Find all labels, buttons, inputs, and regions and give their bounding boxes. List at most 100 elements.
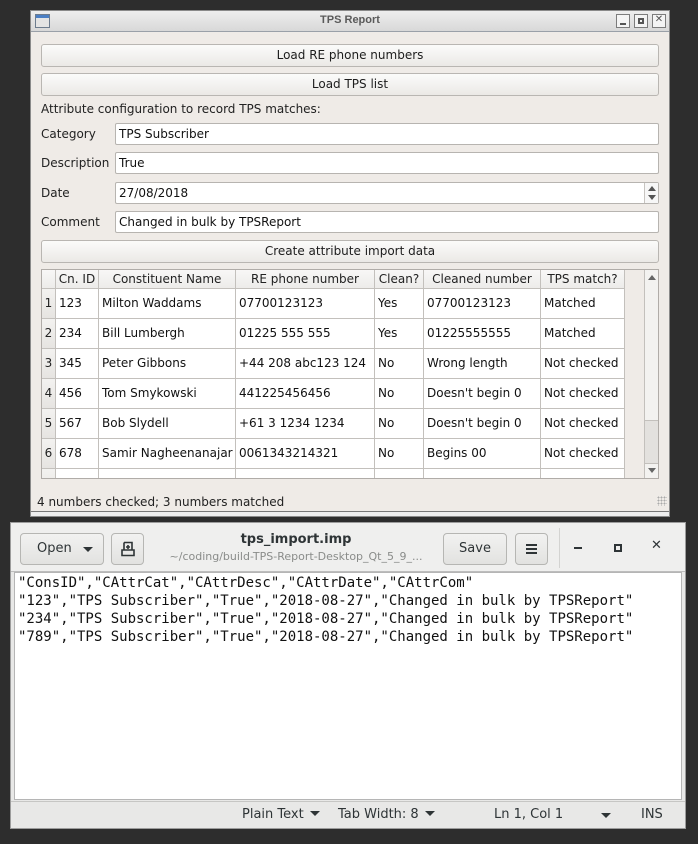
create-attribute-import-button[interactable]: Create attribute import data [41, 240, 659, 263]
comment-input[interactable]: Changed in bulk by TPSReport [115, 211, 659, 233]
chevron-down-icon [424, 811, 435, 816]
table-cell[interactable]: No [375, 439, 424, 469]
load-tps-list-button[interactable]: Load TPS list [41, 73, 659, 96]
table-cell[interactable]: Not checked [541, 349, 625, 379]
table-cell[interactable]: Bob Slydell [99, 409, 236, 439]
table-row[interactable]: 6 678 Samir Nagheenanajar 0061343214321 No Be… [42, 439, 625, 469]
table-cell[interactable]: No [375, 379, 424, 409]
chevron-down-icon[interactable] [601, 813, 611, 818]
table-cell[interactable]: 123 [56, 289, 99, 319]
save-button[interactable]: Save [443, 533, 507, 565]
table-cell[interactable] [56, 469, 99, 478]
column-header[interactable]: Cn. ID [56, 270, 99, 289]
table-cell[interactable] [541, 469, 625, 478]
row-header[interactable]: 6 [42, 439, 56, 469]
table-row[interactable]: 4 456 Tom Smykowski 441225456456 No Doesn't b… [42, 379, 625, 409]
table-row[interactable]: 1 123 Milton Waddams 07700123123 Yes 07700123… [42, 289, 625, 319]
table-row[interactable]: 5 567 Bob Slydell +61 3 1234 1234 No Doesn't … [42, 409, 625, 439]
table-cell[interactable]: Samir Nagheenanajar [99, 439, 236, 469]
table-cell[interactable]: No [375, 349, 424, 379]
table-cell[interactable]: 01225 555 555 [236, 319, 375, 349]
date-spinner[interactable] [644, 183, 658, 203]
row-header[interactable]: 5 [42, 409, 56, 439]
maximize-icon[interactable] [614, 544, 622, 552]
column-header[interactable]: TPS match? [541, 270, 625, 289]
column-header[interactable]: Constituent Name [99, 270, 236, 289]
minimize-icon[interactable] [574, 547, 582, 549]
table-cell[interactable]: 234 [56, 319, 99, 349]
close-icon[interactable]: ✕ [651, 538, 662, 553]
table-row[interactable]: 3 345 Peter Gibbons +44 208 abc123 124 No Wro… [42, 349, 625, 379]
table-body: 1 123 Milton Waddams 07700123123 Yes 07700123… [42, 289, 625, 478]
minimize-button[interactable] [616, 14, 630, 28]
description-input[interactable]: True [115, 152, 659, 174]
table-cell[interactable]: 567 [56, 409, 99, 439]
table-cell[interactable]: 441225456456 [236, 379, 375, 409]
tab-width-selector[interactable]: Tab Width: 8 [338, 807, 435, 822]
table-cell[interactable]: Not checked [541, 439, 625, 469]
table-cell[interactable]: 456 [56, 379, 99, 409]
text-editor-area[interactable]: "ConsID","CAttrCat","CAttrDesc","CAttrDa… [14, 572, 682, 800]
size-grip[interactable] [657, 496, 667, 506]
new-document-button[interactable] [111, 533, 144, 565]
window-bottom-border [31, 511, 669, 516]
table-cell[interactable]: Doesn't begin 0 [424, 379, 541, 409]
cursor-position[interactable]: Ln 1, Col 1 [494, 807, 563, 822]
table-cell[interactable]: Tom Smykowski [99, 379, 236, 409]
table-row[interactable]: 2 234 Bill Lumbergh 01225 555 555 Yes 0122555… [42, 319, 625, 349]
row-header[interactable] [42, 469, 56, 478]
open-button[interactable]: Open [20, 533, 104, 565]
load-re-phone-numbers-button[interactable]: Load RE phone numbers [41, 44, 659, 67]
table-cell[interactable]: 345 [56, 349, 99, 379]
spin-up-icon[interactable] [648, 186, 656, 191]
table-cell[interactable]: Yes [375, 319, 424, 349]
table-cell[interactable]: Milton Waddams [99, 289, 236, 319]
table-cell[interactable]: Matched [541, 319, 625, 349]
column-header[interactable]: Clean? [375, 270, 424, 289]
table-cell[interactable]: +61 3 1234 1234 [236, 409, 375, 439]
scrollbar-thumb[interactable] [645, 420, 658, 464]
table-row-partial[interactable] [42, 469, 625, 478]
table-cell[interactable]: Wrong length [424, 349, 541, 379]
hamburger-menu-icon [526, 544, 537, 546]
table-cell[interactable]: 07700123123 [424, 289, 541, 319]
row-header[interactable]: 2 [42, 319, 56, 349]
table-cell[interactable]: Begins 00 [424, 439, 541, 469]
menu-button[interactable] [515, 533, 548, 565]
table-cell[interactable]: Bill Lumbergh [99, 319, 236, 349]
vertical-scrollbar[interactable] [644, 270, 658, 478]
editor-header-bar[interactable]: Open tps_import.imp ~/coding/build-TPS-R… [11, 523, 685, 572]
row-header[interactable]: 4 [42, 379, 56, 409]
table-cell[interactable]: Doesn't begin 0 [424, 409, 541, 439]
category-input[interactable]: TPS Subscriber [115, 123, 659, 145]
scroll-up-icon[interactable] [648, 275, 656, 280]
scroll-down-icon[interactable] [648, 468, 656, 473]
row-header[interactable]: 1 [42, 289, 56, 319]
table-cell[interactable]: 0061343214321 [236, 439, 375, 469]
spin-down-icon[interactable] [648, 195, 656, 200]
table-cell[interactable]: Peter Gibbons [99, 349, 236, 379]
table-cell[interactable]: 01225555555 [424, 319, 541, 349]
text-line: "234","TPS Subscriber","True","2018-08-2… [18, 611, 634, 627]
corner-header[interactable] [42, 270, 56, 289]
date-input[interactable]: 27/08/2018 [115, 182, 659, 204]
table-cell[interactable]: Matched [541, 289, 625, 319]
table-cell[interactable] [99, 469, 236, 478]
table-cell[interactable]: 678 [56, 439, 99, 469]
title-bar[interactable]: TPS Report ✕ [31, 11, 669, 32]
maximize-button[interactable] [634, 14, 648, 28]
table-cell[interactable] [424, 469, 541, 478]
column-header[interactable]: RE phone number [236, 270, 375, 289]
column-header[interactable]: Cleaned number [424, 270, 541, 289]
table-cell[interactable]: 07700123123 [236, 289, 375, 319]
close-button[interactable]: ✕ [652, 14, 666, 28]
table-cell[interactable]: +44 208 abc123 124 [236, 349, 375, 379]
row-header[interactable]: 3 [42, 349, 56, 379]
table-cell[interactable]: Not checked [541, 409, 625, 439]
language-selector[interactable]: Plain Text [242, 807, 320, 822]
table-cell[interactable] [375, 469, 424, 478]
table-cell[interactable] [236, 469, 375, 478]
table-cell[interactable]: Not checked [541, 379, 625, 409]
table-cell[interactable]: No [375, 409, 424, 439]
table-cell[interactable]: Yes [375, 289, 424, 319]
